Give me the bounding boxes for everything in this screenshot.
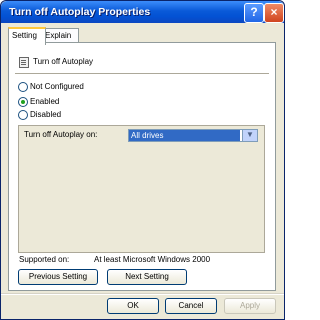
apply-button[interactable]: Apply	[224, 298, 276, 314]
footer-divider	[1, 293, 284, 295]
drives-dropdown[interactable]: All drives ▼	[128, 129, 258, 142]
radio-label: Not Configured	[30, 82, 84, 91]
ok-button[interactable]: OK	[107, 298, 159, 314]
window-title: Turn off Autoplay Properties	[9, 6, 151, 18]
options-box: Turn off Autoplay on: All drives ▼	[18, 125, 265, 253]
option-label: Turn off Autoplay on:	[24, 130, 98, 139]
supported-label: Supported on:	[19, 255, 70, 264]
supported-value: At least Microsoft Windows 2000	[94, 255, 211, 264]
properties-window: Turn off Autoplay Properties ? × Setting…	[0, 0, 285, 320]
setting-panel: Turn off Autoplay Not Configured Enabled…	[8, 42, 276, 291]
setting-name: Turn off Autoplay	[33, 57, 94, 66]
close-button[interactable]: ×	[264, 3, 284, 23]
title-bar[interactable]: Turn off Autoplay Properties ? ×	[1, 1, 284, 23]
radio-label: Enabled	[30, 97, 60, 106]
cancel-button[interactable]: Cancel	[165, 298, 217, 314]
chevron-down-icon[interactable]: ▼	[242, 130, 257, 141]
divider	[15, 73, 269, 75]
previous-setting-button[interactable]: Previous Setting	[18, 269, 98, 285]
dropdown-value: All drives	[129, 130, 240, 141]
help-button[interactable]: ?	[244, 3, 264, 23]
radio-button-icon	[18, 82, 28, 92]
policy-setting-icon	[19, 57, 29, 68]
next-setting-button[interactable]: Next Setting	[107, 269, 187, 285]
radio-label: Disabled	[30, 110, 62, 119]
radio-button-icon	[18, 110, 28, 120]
supported-on: Supported on: At least Microsoft Windows…	[19, 255, 210, 264]
tab-setting[interactable]: Setting	[8, 27, 46, 45]
help-icon: ?	[250, 5, 258, 19]
radio-button-selected-icon	[18, 97, 28, 107]
close-icon: ×	[270, 5, 278, 19]
tab-explain[interactable]: Explain	[41, 28, 79, 43]
